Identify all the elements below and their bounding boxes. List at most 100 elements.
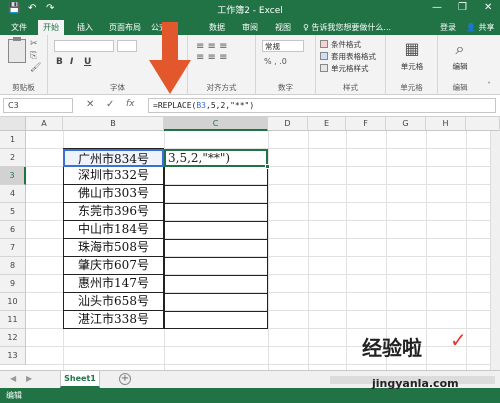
alignment-group: ≡ ≡ ≡ ≡ ≡ ≡ 对齐方式 (188, 35, 256, 95)
cell-styles-icon (320, 64, 328, 72)
column-header-h[interactable]: H (426, 117, 466, 131)
bold-button[interactable]: B (56, 57, 63, 67)
tab-insert[interactable]: 插入 (72, 20, 98, 35)
ribbon-tabs: 文件 开始 插入 页面布局 公式 数据 审阅 视图 ♀ 告诉我您想要做什么...… (0, 18, 500, 35)
cells-label: 单元格 (400, 83, 423, 92)
cell-b4[interactable]: 深圳市332号 (63, 167, 164, 185)
tab-page-layout[interactable]: 页面布局 (104, 20, 146, 35)
search-icon[interactable]: ⌕ (445, 39, 475, 59)
cells-button[interactable]: 单元格 (392, 61, 432, 72)
format-as-table-button[interactable]: 套用表格格式 (320, 52, 376, 62)
column-header-e[interactable]: E (308, 117, 346, 131)
column-header-d[interactable]: D (268, 117, 308, 131)
table-rule (164, 185, 268, 186)
cell-b12[interactable]: 湛江市338号 (63, 311, 164, 329)
insert-function-icon[interactable]: fx (126, 99, 135, 109)
format-painter-icon[interactable]: 🖌 (30, 63, 41, 73)
collapse-ribbon-icon[interactable]: ˄ (487, 81, 491, 90)
align-icons[interactable]: ≡ ≡ ≡ ≡ ≡ ≡ (196, 41, 228, 63)
name-box[interactable]: C3 (3, 98, 73, 113)
watermark-url: jingyanla.com (372, 377, 459, 390)
row-header-1[interactable]: 1 (0, 131, 26, 149)
row-header-10[interactable]: 10 (0, 293, 26, 311)
number-group: 常规 % , .0 数字 (256, 35, 316, 95)
row-header-8[interactable]: 8 (0, 257, 26, 275)
formula-suffix: ,5,2,"**") (206, 101, 255, 110)
number-format-select[interactable]: 常规 (262, 40, 304, 52)
font-name-select[interactable] (54, 40, 114, 52)
formula-input[interactable]: =REPLACE(B3,5,2,"**") (148, 98, 496, 113)
table-rule (164, 311, 268, 312)
row-header-9[interactable]: 9 (0, 275, 26, 293)
enter-icon[interactable]: ✓ (106, 99, 114, 110)
column-header-a[interactable]: A (26, 117, 63, 131)
tell-me-search[interactable]: ♀ 告诉我您想要做什么... (303, 20, 391, 35)
number-format-icons[interactable]: % , .0 (264, 57, 287, 66)
copy-icon[interactable]: ⎘ (30, 51, 37, 61)
tab-file[interactable]: 文件 (6, 20, 32, 35)
cut-icon[interactable]: ✂ (30, 39, 38, 49)
tab-home[interactable]: 开始 (38, 20, 64, 35)
vertical-scrollbar[interactable] (490, 131, 500, 370)
minimize-icon[interactable]: — (432, 2, 442, 13)
gridline (26, 346, 500, 347)
formula-bar: C3 ✕ ✓ fx =REPLACE(B3,5,2,"**") (0, 95, 500, 117)
table-format-icon (320, 52, 328, 60)
cell-styles-button[interactable]: 单元格样式 (320, 64, 369, 74)
row-header-5[interactable]: 5 (0, 203, 26, 221)
cell-b9[interactable]: 肇庆市607号 (63, 257, 164, 275)
cell-b3[interactable]: 广州市834号 (63, 149, 164, 167)
restore-icon[interactable]: ❐ (458, 2, 467, 13)
column-header-b[interactable]: B (63, 117, 164, 131)
fill-handle[interactable] (265, 164, 270, 169)
cells-group: ▦ 单元格 单元格 (386, 35, 438, 95)
column-header-g[interactable]: G (386, 117, 426, 131)
column-header-f[interactable]: F (346, 117, 386, 131)
gridline (26, 364, 500, 365)
underline-button[interactable]: U (84, 57, 91, 67)
row-header-4[interactable]: 4 (0, 185, 26, 203)
tab-view[interactable]: 视图 (270, 20, 296, 35)
sign-in-link[interactable]: 登录 (440, 20, 456, 35)
row-header-11[interactable]: 11 (0, 311, 26, 329)
cell-c3-editing[interactable]: 3,5,2,"**") (164, 149, 268, 167)
row-header-7[interactable]: 7 (0, 239, 26, 257)
arrow-shaft (162, 22, 178, 62)
share-button[interactable]: 👤 共享 (466, 20, 495, 35)
status-mode: 编辑 (6, 391, 22, 400)
cell-b5[interactable]: 佛山市303号 (63, 185, 164, 203)
close-icon[interactable]: ✕ (484, 2, 492, 13)
italic-button[interactable]: I (70, 57, 73, 67)
add-sheet-icon[interactable]: + (119, 373, 131, 385)
row-header-2[interactable]: 2 (0, 149, 26, 167)
column-header-extra (466, 117, 500, 131)
next-sheet-icon[interactable]: ▶ (26, 374, 32, 383)
tab-review[interactable]: 审阅 (237, 20, 263, 35)
row-header-12[interactable]: 12 (0, 329, 26, 347)
cell-b10[interactable]: 惠州市147号 (63, 275, 164, 293)
row-header-3[interactable]: 3 (0, 167, 26, 185)
worksheet-grid[interactable]: A B C D E F G H 1 2 3 4 5 6 7 8 9 10 11 … (0, 117, 500, 370)
formula-reference: B3 (196, 101, 206, 110)
font-size-select[interactable] (117, 40, 137, 52)
row-header-13[interactable]: 13 (0, 347, 26, 365)
editing-button[interactable]: 编辑 (445, 61, 475, 72)
paste-icon[interactable] (8, 37, 26, 63)
select-all-corner[interactable] (0, 117, 26, 131)
clipboard-group: ✂ ⎘ 🖌 剪贴板 (0, 35, 48, 95)
cell-b11[interactable]: 汕头市658号 (63, 293, 164, 311)
sheet-tab-sheet1[interactable]: Sheet1 (60, 371, 100, 388)
tab-data[interactable]: 数据 (204, 20, 230, 35)
table-rule (164, 275, 268, 276)
cell-b8[interactable]: 珠海市508号 (63, 239, 164, 257)
styles-label: 样式 (343, 83, 358, 92)
conditional-format-button[interactable]: 条件格式 (320, 40, 361, 50)
cell-styles-label: 单元格样式 (331, 64, 369, 73)
column-header-c[interactable]: C (164, 117, 268, 131)
cell-b7[interactable]: 中山市184号 (63, 221, 164, 239)
cells-icon[interactable]: ▦ (392, 39, 432, 58)
prev-sheet-icon[interactable]: ◀ (10, 374, 16, 383)
row-header-6[interactable]: 6 (0, 221, 26, 239)
cancel-icon[interactable]: ✕ (86, 99, 94, 110)
cell-b6[interactable]: 东莞市396号 (63, 203, 164, 221)
